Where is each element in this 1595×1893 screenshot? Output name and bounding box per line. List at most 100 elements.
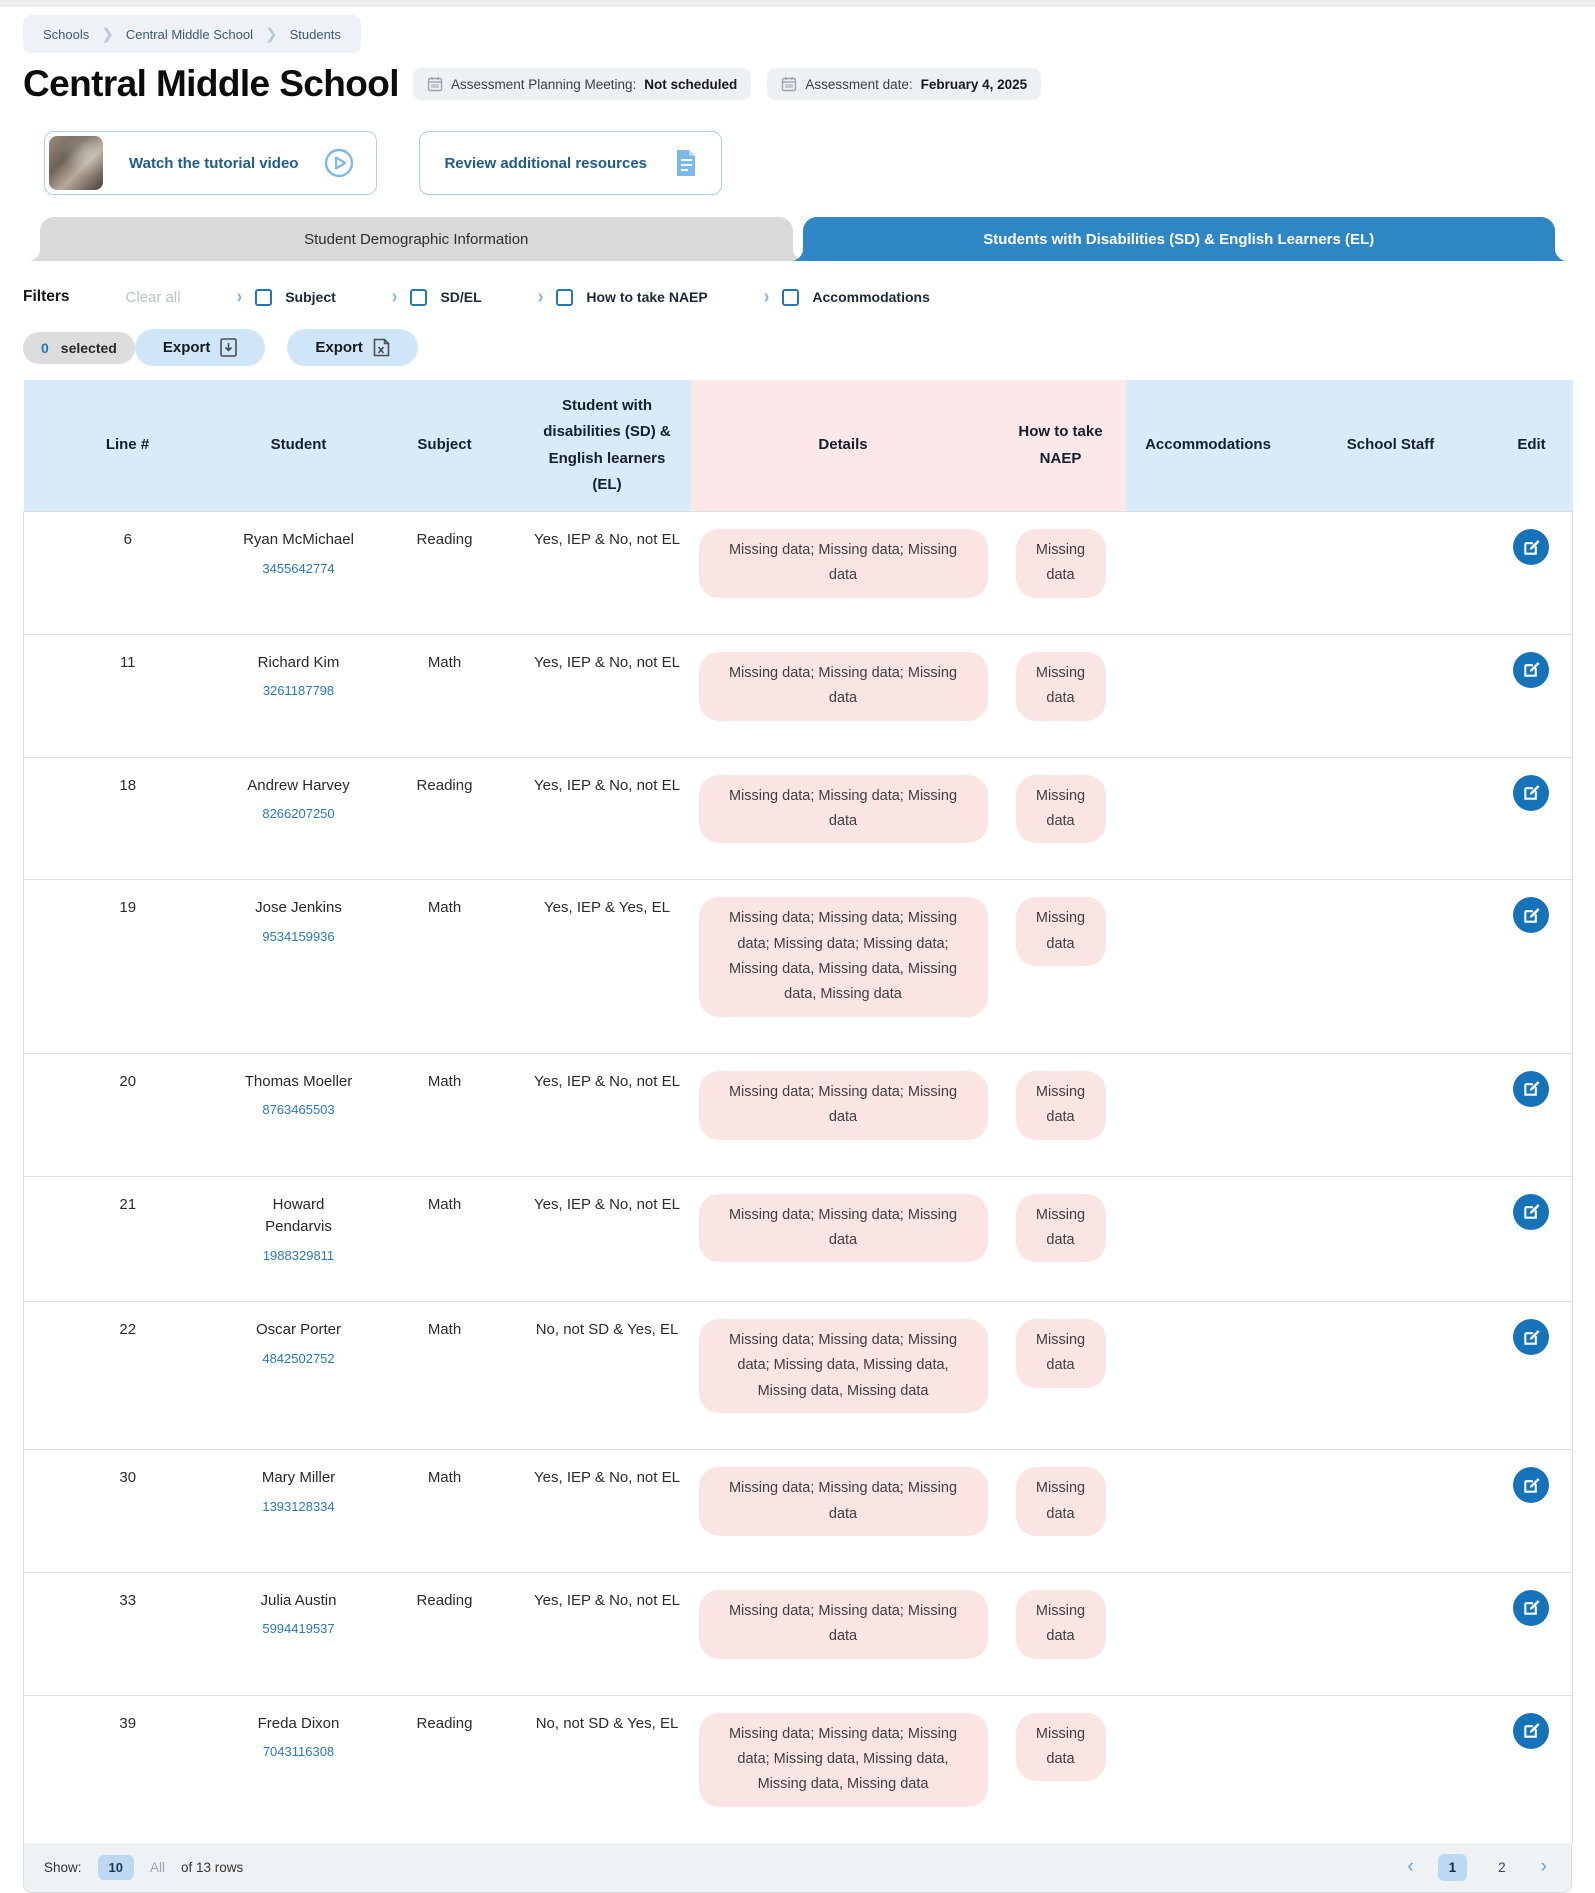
show-label: Show: <box>44 1860 82 1875</box>
subject-filter-label: Subject <box>285 289 336 305</box>
school-staff-cell <box>1291 1572 1491 1695</box>
line-number-cell: 39 <box>24 1695 232 1843</box>
how-to-take-naep-cell: Missing data <box>996 1695 1126 1843</box>
line-number-cell: 6 <box>24 512 232 635</box>
breadcrumb-item-school[interactable]: Central Middle School <box>126 27 253 42</box>
column-header-student: Student <box>232 380 366 512</box>
how-to-take-naep-cell: Missing data <box>996 512 1126 635</box>
tab-bar: Student Demographic Information Students… <box>40 217 1555 261</box>
selected-label: selected <box>61 340 117 356</box>
line-number-cell: 20 <box>24 1053 232 1176</box>
edit-button[interactable] <box>1513 1467 1549 1503</box>
previous-page-icon[interactable]: ‹ <box>1403 1856 1417 1878</box>
sd-el-cell: Yes, IEP & No, not EL <box>524 757 691 880</box>
chevron-right-icon[interactable]: › <box>392 285 398 309</box>
student-cell: Richard Kim 3261187798 <box>232 634 366 757</box>
edit-button[interactable] <box>1513 775 1549 811</box>
edit-button[interactable] <box>1513 1713 1549 1749</box>
subject-cell: Reading <box>366 757 524 880</box>
next-page-icon[interactable]: › <box>1537 1856 1551 1878</box>
accommodations-cell <box>1126 1302 1291 1450</box>
page-1-button[interactable]: 1 <box>1438 1854 1468 1881</box>
student-id[interactable]: 1988329811 <box>240 1246 358 1266</box>
student-name: Oscar Porter <box>240 1319 358 1342</box>
action-cards: Watch the tutorial video Review addition… <box>44 131 1572 195</box>
students-table: Line # Student Subject Student with disa… <box>23 380 1573 1843</box>
edit-button[interactable] <box>1513 897 1549 933</box>
school-staff-cell <box>1291 1695 1491 1843</box>
table-row: 21 Howard Pendarvis 1988329811 Math Yes,… <box>24 1176 1573 1302</box>
line-number-cell: 22 <box>24 1302 232 1450</box>
filter-group-accommodations: › Accommodations <box>764 287 930 307</box>
edit-pencil-icon <box>1522 660 1541 679</box>
accommodations-cell <box>1126 1450 1291 1573</box>
details-cell: Missing data; Missing data; Missing data… <box>691 880 996 1054</box>
sd-el-cell: No, not SD & Yes, EL <box>524 1695 691 1843</box>
student-id[interactable]: 5994419537 <box>240 1619 358 1639</box>
tab-label: Student Demographic Information <box>304 231 528 248</box>
chevron-right-icon[interactable]: › <box>764 285 770 309</box>
accommodations-filter-label: Accommodations <box>812 289 929 305</box>
student-id[interactable]: 8266207250 <box>240 804 358 824</box>
line-number-cell: 21 <box>24 1176 232 1302</box>
accommodations-cell <box>1126 512 1291 635</box>
subject-cell: Math <box>366 1176 524 1302</box>
subject-filter-checkbox[interactable] <box>255 289 272 306</box>
school-staff-cell <box>1291 1450 1491 1573</box>
student-id[interactable]: 4842502752 <box>240 1349 358 1369</box>
details-cell: Missing data; Missing data; Missing data <box>691 757 996 880</box>
student-id[interactable]: 8763465503 <box>240 1100 358 1120</box>
additional-resources-card[interactable]: Review additional resources <box>419 131 722 195</box>
export-excel-button[interactable]: Export <box>287 329 418 366</box>
breadcrumb-item-schools[interactable]: Schools <box>43 27 89 42</box>
tab-label: Students with Disabilities (SD) & Englis… <box>983 231 1374 248</box>
naep-filter-checkbox[interactable] <box>556 289 573 306</box>
details-cell: Missing data; Missing data; Missing data <box>691 1572 996 1695</box>
accommodations-cell <box>1126 757 1291 880</box>
accommodations-cell <box>1126 1053 1291 1176</box>
student-id[interactable]: 9534159936 <box>240 927 358 947</box>
student-id[interactable]: 3455642774 <box>240 559 358 579</box>
student-name: Thomas Moeller <box>240 1071 358 1094</box>
page-size-all-button[interactable]: All <box>150 1860 165 1875</box>
edit-cell <box>1491 634 1573 757</box>
edit-button[interactable] <box>1513 1590 1549 1626</box>
chevron-right-icon[interactable]: › <box>538 285 544 309</box>
page-2-button[interactable]: 2 <box>1487 1854 1517 1881</box>
tab-students-with-disabilities-english-learners[interactable]: Students with Disabilities (SD) & Englis… <box>803 217 1556 261</box>
edit-button[interactable] <box>1513 1319 1549 1355</box>
export-pdf-button[interactable]: Export <box>135 329 266 366</box>
tutorial-video-card[interactable]: Watch the tutorial video <box>44 131 377 195</box>
how-to-take-naep-cell: Missing data <box>996 1450 1126 1573</box>
details-cell: Missing data; Missing data; Missing data… <box>691 1695 996 1843</box>
student-cell: Howard Pendarvis 1988329811 <box>232 1176 366 1302</box>
breadcrumb-item-students[interactable]: Students <box>290 27 341 42</box>
accommodations-filter-checkbox[interactable] <box>782 289 799 306</box>
table-row: 39 Freda Dixon 7043116308 Reading No, no… <box>24 1695 1573 1843</box>
missing-data-naep-badge: Missing data <box>1016 1071 1106 1140</box>
export-excel-label: Export <box>315 339 363 356</box>
page-size-10-button[interactable]: 10 <box>98 1855 134 1880</box>
edit-button[interactable] <box>1513 1071 1549 1107</box>
student-cell: Mary Miller 1393128334 <box>232 1450 366 1573</box>
tab-student-demographic-information[interactable]: Student Demographic Information <box>40 217 793 261</box>
chevron-right-icon[interactable]: › <box>237 285 243 309</box>
edit-cell <box>1491 1176 1573 1302</box>
assessment-date-value: February 4, 2025 <box>921 77 1028 92</box>
clear-all-filters-button[interactable]: Clear all <box>126 289 181 306</box>
edit-button[interactable] <box>1513 529 1549 565</box>
student-name: Richard Kim <box>240 652 358 675</box>
student-id[interactable]: 7043116308 <box>240 1742 358 1762</box>
student-id[interactable]: 3261187798 <box>240 681 358 701</box>
edit-button[interactable] <box>1513 1194 1549 1230</box>
student-name: Howard Pendarvis <box>240 1194 358 1239</box>
column-header-line: Line # <box>24 380 232 512</box>
school-staff-cell <box>1291 512 1491 635</box>
details-cell: Missing data; Missing data; Missing data <box>691 1053 996 1176</box>
student-id[interactable]: 1393128334 <box>240 1497 358 1517</box>
naep-filter-label: How to take NAEP <box>586 289 707 305</box>
table-row: 18 Andrew Harvey 8266207250 Reading Yes,… <box>24 757 1573 880</box>
edit-button[interactable] <box>1513 652 1549 688</box>
sdel-filter-checkbox[interactable] <box>410 289 427 306</box>
edit-pencil-icon <box>1522 1598 1541 1617</box>
